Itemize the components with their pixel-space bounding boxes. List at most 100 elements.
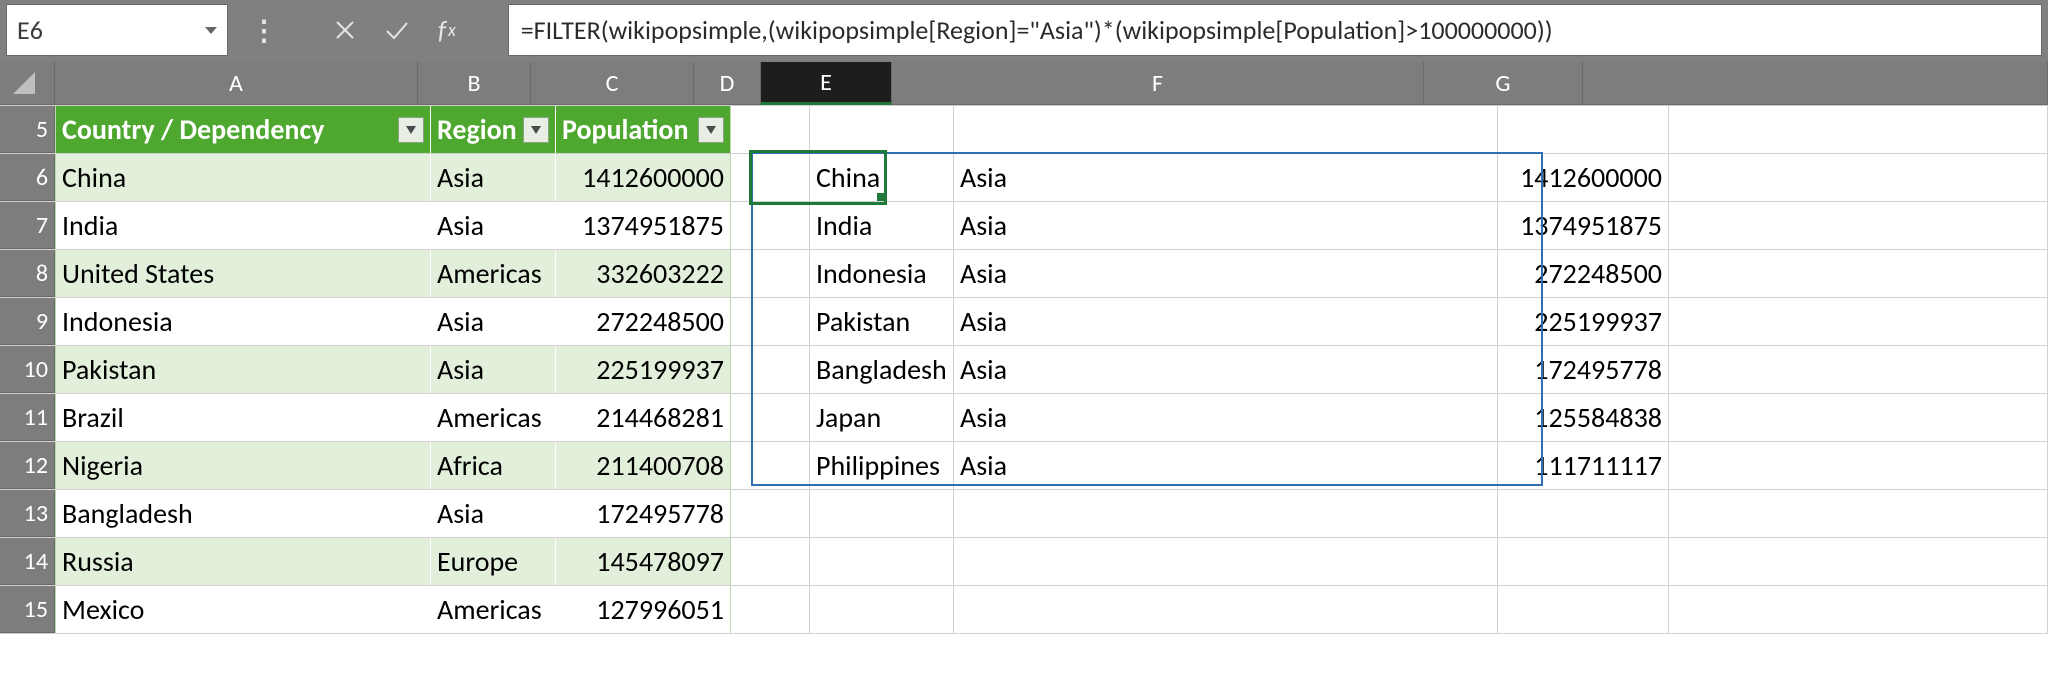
cell[interactable] bbox=[731, 442, 810, 489]
row-head[interactable]: 8 bbox=[0, 250, 55, 297]
cell-spill-population[interactable]: 1412600000 bbox=[1498, 154, 1669, 201]
cell-population[interactable]: 145478097 bbox=[556, 538, 731, 585]
cell[interactable] bbox=[731, 346, 810, 393]
cell-region[interactable]: Americas bbox=[431, 250, 556, 297]
cell-population[interactable]: 214468281 bbox=[556, 394, 731, 441]
col-head-B[interactable]: B bbox=[418, 62, 531, 105]
cell-spill-country[interactable]: China bbox=[810, 154, 954, 201]
table-header-population[interactable]: Population bbox=[556, 106, 731, 153]
cancel-icon[interactable] bbox=[334, 19, 356, 41]
more-icon[interactable]: ⋮ bbox=[250, 13, 276, 48]
cell-spill-region[interactable] bbox=[954, 586, 1498, 633]
cell-spill-population[interactable]: 1374951875 bbox=[1498, 202, 1669, 249]
cell[interactable] bbox=[1669, 154, 2048, 201]
cell-spill-country[interactable] bbox=[810, 586, 954, 633]
cell[interactable] bbox=[731, 154, 810, 201]
cell[interactable] bbox=[1498, 106, 1669, 153]
cell[interactable] bbox=[1669, 394, 2048, 441]
cell[interactable] bbox=[731, 538, 810, 585]
cell-spill-country[interactable] bbox=[810, 538, 954, 585]
name-box[interactable]: E6 bbox=[6, 4, 228, 56]
row-head[interactable]: 7 bbox=[0, 202, 55, 249]
cell-spill-region[interactable]: Asia bbox=[954, 394, 1498, 441]
formula-input[interactable]: =FILTER(wikipopsimple,(wikipopsimple[Reg… bbox=[508, 4, 2042, 56]
cell[interactable] bbox=[1669, 298, 2048, 345]
cell[interactable] bbox=[731, 394, 810, 441]
cell[interactable] bbox=[810, 106, 954, 153]
cell-region[interactable]: Asia bbox=[431, 202, 556, 249]
cell-spill-region[interactable]: Asia bbox=[954, 154, 1498, 201]
cell-region[interactable]: Asia bbox=[431, 154, 556, 201]
row-head[interactable]: 9 bbox=[0, 298, 55, 345]
cell-country[interactable]: Mexico bbox=[55, 586, 431, 633]
enter-icon[interactable] bbox=[384, 19, 410, 41]
cell[interactable] bbox=[1669, 586, 2048, 633]
cell[interactable] bbox=[731, 298, 810, 345]
cell-population[interactable]: 225199937 bbox=[556, 346, 731, 393]
col-head-E[interactable]: E bbox=[761, 62, 892, 105]
cell-spill-population[interactable] bbox=[1498, 538, 1669, 585]
row-head-5[interactable]: 5 bbox=[0, 106, 55, 153]
filter-dropdown-icon[interactable] bbox=[698, 117, 724, 143]
row-head[interactable]: 11 bbox=[0, 394, 55, 441]
cell-spill-region[interactable]: Asia bbox=[954, 202, 1498, 249]
col-head-D[interactable]: D bbox=[694, 62, 761, 105]
cell-region[interactable]: Americas bbox=[431, 586, 556, 633]
col-head-A[interactable]: A bbox=[55, 62, 418, 105]
cell[interactable] bbox=[1669, 250, 2048, 297]
cell-country[interactable]: Russia bbox=[55, 538, 431, 585]
cell-region[interactable]: Asia bbox=[431, 346, 556, 393]
cell-spill-region[interactable]: Asia bbox=[954, 298, 1498, 345]
cell[interactable] bbox=[731, 490, 810, 537]
cell-country[interactable]: Pakistan bbox=[55, 346, 431, 393]
col-head-G[interactable]: G bbox=[1424, 62, 1583, 105]
select-all-triangle[interactable] bbox=[0, 62, 55, 105]
cell-spill-country[interactable]: Philippines bbox=[810, 442, 954, 489]
cell-population[interactable]: 172495778 bbox=[556, 490, 731, 537]
cell-region[interactable]: Asia bbox=[431, 298, 556, 345]
cell-population[interactable]: 1374951875 bbox=[556, 202, 731, 249]
fx-icon[interactable]: fx bbox=[438, 14, 456, 46]
chevron-down-icon[interactable] bbox=[205, 27, 217, 34]
cell-region[interactable]: Europe bbox=[431, 538, 556, 585]
row-head[interactable]: 12 bbox=[0, 442, 55, 489]
cell[interactable] bbox=[1669, 442, 2048, 489]
cell-spill-region[interactable]: Asia bbox=[954, 346, 1498, 393]
cell[interactable] bbox=[731, 202, 810, 249]
cell-population[interactable]: 211400708 bbox=[556, 442, 731, 489]
filter-dropdown-icon[interactable] bbox=[523, 117, 549, 143]
col-head-F[interactable]: F bbox=[892, 62, 1424, 105]
spreadsheet-grid[interactable]: A B C D E F G 5 Country / Dependency Reg… bbox=[0, 62, 2048, 675]
cell[interactable] bbox=[731, 250, 810, 297]
cell-country[interactable]: Indonesia bbox=[55, 298, 431, 345]
cell-spill-population[interactable]: 125584838 bbox=[1498, 394, 1669, 441]
cell-country[interactable]: China bbox=[55, 154, 431, 201]
filter-dropdown-icon[interactable] bbox=[398, 117, 424, 143]
cell-population[interactable]: 332603222 bbox=[556, 250, 731, 297]
cell-population[interactable]: 272248500 bbox=[556, 298, 731, 345]
cell-spill-country[interactable]: India bbox=[810, 202, 954, 249]
cell-spill-population[interactable]: 111711117 bbox=[1498, 442, 1669, 489]
cell-country[interactable]: Nigeria bbox=[55, 442, 431, 489]
cell[interactable] bbox=[731, 586, 810, 633]
cell-country[interactable]: Brazil bbox=[55, 394, 431, 441]
cell-spill-population[interactable]: 172495778 bbox=[1498, 346, 1669, 393]
cell-spill-region[interactable] bbox=[954, 538, 1498, 585]
cell-population[interactable]: 1412600000 bbox=[556, 154, 731, 201]
row-head[interactable]: 6 bbox=[0, 154, 55, 201]
cell-spill-population[interactable] bbox=[1498, 490, 1669, 537]
cell[interactable] bbox=[1669, 538, 2048, 585]
table-header-region[interactable]: Region bbox=[431, 106, 556, 153]
cell-spill-population[interactable]: 225199937 bbox=[1498, 298, 1669, 345]
cell-country[interactable]: Bangladesh bbox=[55, 490, 431, 537]
cell[interactable] bbox=[1669, 346, 2048, 393]
cell[interactable] bbox=[1669, 106, 2048, 153]
cell-spill-country[interactable]: Pakistan bbox=[810, 298, 954, 345]
cell-region[interactable]: Africa bbox=[431, 442, 556, 489]
cell-country[interactable]: India bbox=[55, 202, 431, 249]
table-header-country[interactable]: Country / Dependency bbox=[55, 106, 431, 153]
cell-spill-country[interactable] bbox=[810, 490, 954, 537]
cell[interactable] bbox=[731, 106, 810, 153]
cell-spill-country[interactable]: Japan bbox=[810, 394, 954, 441]
cell[interactable] bbox=[1669, 202, 2048, 249]
